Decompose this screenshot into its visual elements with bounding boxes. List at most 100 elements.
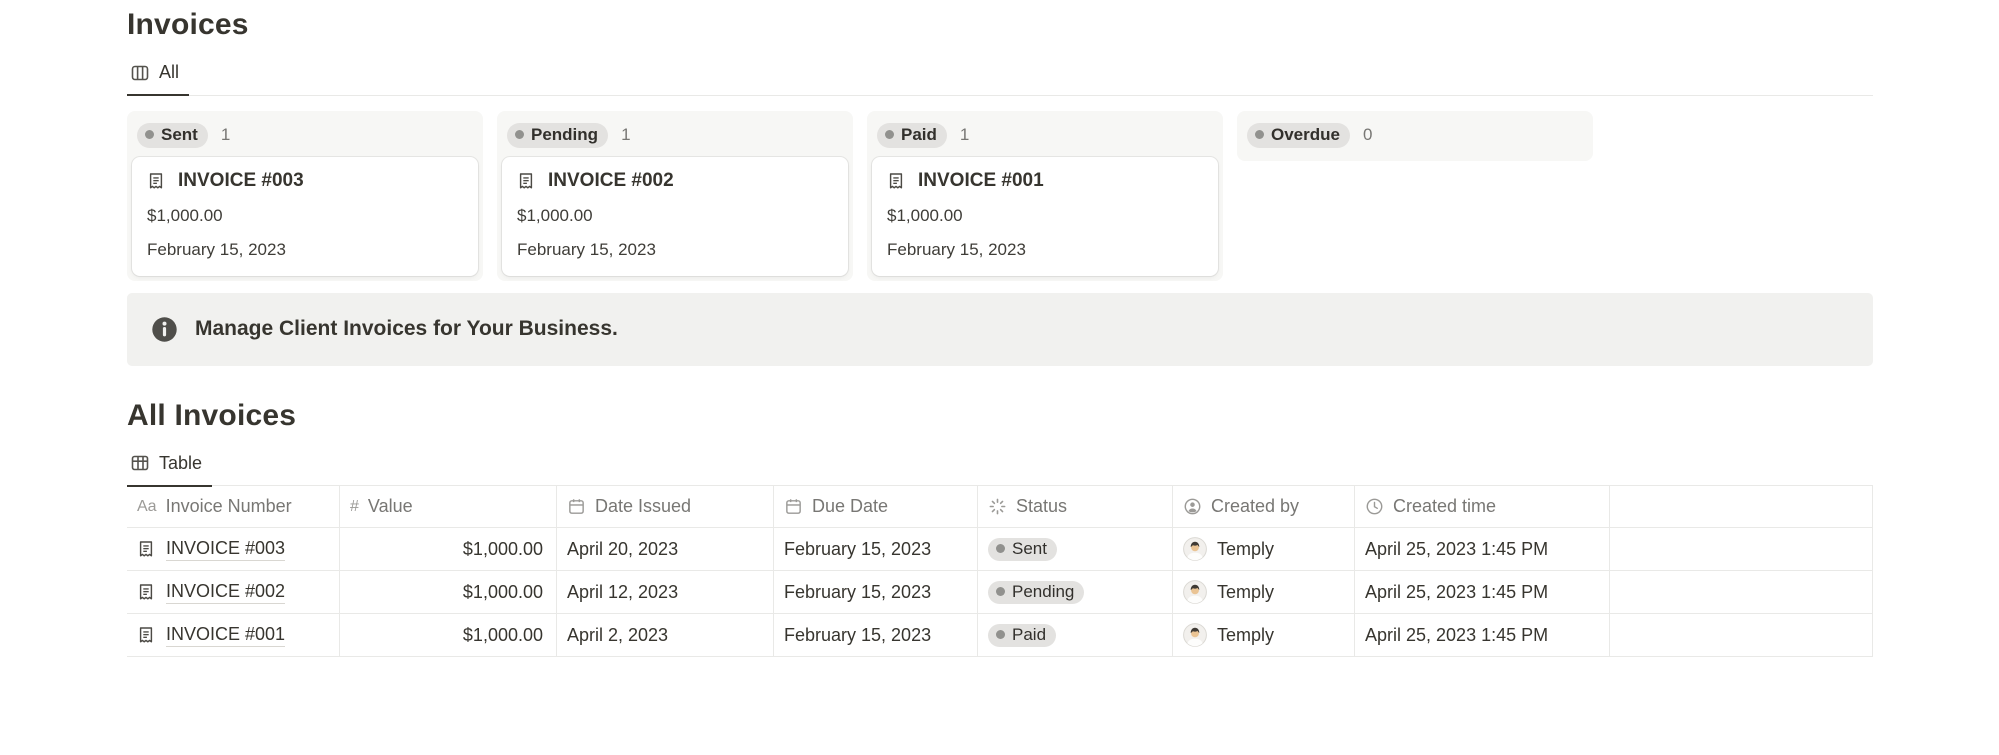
invoices-board-section: Invoices All Sent 1 INVO <box>127 8 1873 366</box>
receipt-icon <box>147 171 165 191</box>
all-invoices-table-section: All Invoices Table Aa Invoice Number # V… <box>127 399 1873 658</box>
board-group-header: Sent 1 <box>132 116 478 156</box>
status-pill-sent[interactable]: Sent <box>988 538 1057 561</box>
created-by-name: Temply <box>1217 539 1274 560</box>
table-view-tabbar: Table <box>127 449 1873 487</box>
column-header-created-time[interactable]: Created time <box>1355 486 1610 528</box>
text-type-icon: Aa <box>137 498 157 516</box>
number-type-icon: # <box>350 498 359 516</box>
status-pill-overdue[interactable]: Overdue <box>1247 123 1350 148</box>
invoice-page-link[interactable]: INVOICE #001 <box>166 624 285 647</box>
column-header-label: Created time <box>1393 496 1496 517</box>
column-header-label: Invoice Number <box>166 496 292 517</box>
invoice-card[interactable]: INVOICE #001 $1,000.00 February 15, 2023 <box>872 157 1218 276</box>
column-header-label: Value <box>368 496 413 517</box>
table-cell-created-time[interactable]: April 25, 2023 1:45 PM <box>1355 528 1610 571</box>
table-cell-created-by[interactable]: Temply <box>1173 528 1355 571</box>
board-view-icon <box>130 63 150 83</box>
card-title-row: INVOICE #003 <box>147 170 463 192</box>
avatar <box>1183 623 1207 647</box>
status-dot <box>145 130 154 139</box>
column-header-status[interactable]: Status <box>978 486 1173 528</box>
person-icon <box>1183 497 1202 516</box>
column-header-date-issued[interactable]: Date Issued <box>557 486 774 528</box>
table-cell-due-date[interactable]: February 15, 2023 <box>774 614 978 657</box>
status-label: Paid <box>1012 625 1046 645</box>
clock-icon <box>1365 497 1384 516</box>
column-header-value[interactable]: # Value <box>340 486 557 528</box>
tab-label: All <box>159 62 179 83</box>
board-column-paid: Paid 1 INVOICE #001 $1,000.00 February 1… <box>867 111 1223 281</box>
card-title: INVOICE #002 <box>548 170 674 192</box>
callout-block: Manage Client Invoices for Your Business… <box>127 293 1873 366</box>
column-header-created-by[interactable]: Created by <box>1173 486 1355 528</box>
status-select-icon <box>988 497 1007 516</box>
table-cell-value[interactable]: $1,000.00 <box>340 614 557 657</box>
column-header-invoice-number[interactable]: Aa Invoice Number <box>127 486 340 528</box>
table-cell-created-by[interactable]: Temply <box>1173 614 1355 657</box>
board-group-header: Pending 1 <box>502 116 848 156</box>
table-cell-date-issued[interactable]: April 2, 2023 <box>557 614 774 657</box>
group-label: Paid <box>901 125 937 145</box>
tab-all-board-view[interactable]: All <box>127 58 189 96</box>
calendar-icon <box>784 497 803 516</box>
column-header-label: Due Date <box>812 496 888 517</box>
invoice-card[interactable]: INVOICE #003 $1,000.00 February 15, 2023 <box>132 157 478 276</box>
table-cell-status[interactable]: Sent <box>978 528 1173 571</box>
table-cell-value[interactable]: $1,000.00 <box>340 571 557 614</box>
group-label: Pending <box>531 125 598 145</box>
table-cell-status[interactable]: Pending <box>978 571 1173 614</box>
invoice-card[interactable]: INVOICE #002 $1,000.00 February 15, 2023 <box>502 157 848 276</box>
column-header-label: Created by <box>1211 496 1299 517</box>
table-cell-due-date[interactable]: February 15, 2023 <box>774 528 978 571</box>
status-label: Sent <box>1012 539 1047 559</box>
status-pill-pending[interactable]: Pending <box>988 581 1084 604</box>
table-cell-date-issued[interactable]: April 20, 2023 <box>557 528 774 571</box>
column-header-due-date[interactable]: Due Date <box>774 486 978 528</box>
table-cell-created-time[interactable]: April 25, 2023 1:45 PM <box>1355 614 1610 657</box>
table-cell-date-issued[interactable]: April 12, 2023 <box>557 571 774 614</box>
table-cell-empty <box>1610 528 1873 571</box>
tab-label: Table <box>159 453 202 474</box>
kanban-board: Sent 1 INVOICE #003 $1,000.00 February 1… <box>127 111 1873 281</box>
table-cell-invoice-number[interactable]: INVOICE #001 <box>127 614 340 657</box>
table-cell-created-by[interactable]: Temply <box>1173 571 1355 614</box>
tab-table-view[interactable]: Table <box>127 449 212 487</box>
group-label: Overdue <box>1271 125 1340 145</box>
table-cell-empty <box>1610 571 1873 614</box>
status-dot <box>996 630 1005 639</box>
receipt-icon <box>137 539 155 559</box>
column-header-empty <box>1610 486 1873 528</box>
invoice-page-link[interactable]: INVOICE #002 <box>166 581 285 604</box>
status-pill-paid[interactable]: Paid <box>988 624 1056 647</box>
table-cell-invoice-number[interactable]: INVOICE #003 <box>127 528 340 571</box>
avatar <box>1183 537 1207 561</box>
status-pill-pending[interactable]: Pending <box>507 123 608 148</box>
table-cell-status[interactable]: Paid <box>978 614 1173 657</box>
status-label: Pending <box>1012 582 1074 602</box>
table-cell-due-date[interactable]: February 15, 2023 <box>774 571 978 614</box>
card-title-row: INVOICE #002 <box>517 170 833 192</box>
card-due-date: February 15, 2023 <box>517 240 833 260</box>
status-pill-sent[interactable]: Sent <box>137 123 208 148</box>
notion-page: Invoices All Sent 1 INVO <box>0 0 1999 657</box>
card-due-date: February 15, 2023 <box>887 240 1203 260</box>
status-dot <box>885 130 894 139</box>
column-header-label: Status <box>1016 496 1067 517</box>
receipt-icon <box>137 625 155 645</box>
invoice-page-link[interactable]: INVOICE #003 <box>166 538 285 561</box>
group-label: Sent <box>161 125 198 145</box>
status-pill-paid[interactable]: Paid <box>877 123 947 148</box>
group-count: 1 <box>221 125 230 145</box>
info-icon <box>151 316 178 343</box>
card-title: INVOICE #003 <box>178 170 304 192</box>
table-cell-value[interactable]: $1,000.00 <box>340 528 557 571</box>
created-by-name: Temply <box>1217 625 1274 646</box>
table-cell-created-time[interactable]: April 25, 2023 1:45 PM <box>1355 571 1610 614</box>
table-cell-invoice-number[interactable]: INVOICE #002 <box>127 571 340 614</box>
status-dot <box>1255 130 1264 139</box>
table-view-icon <box>130 453 150 473</box>
status-dot <box>515 130 524 139</box>
card-title: INVOICE #001 <box>918 170 1044 192</box>
receipt-icon <box>517 171 535 191</box>
